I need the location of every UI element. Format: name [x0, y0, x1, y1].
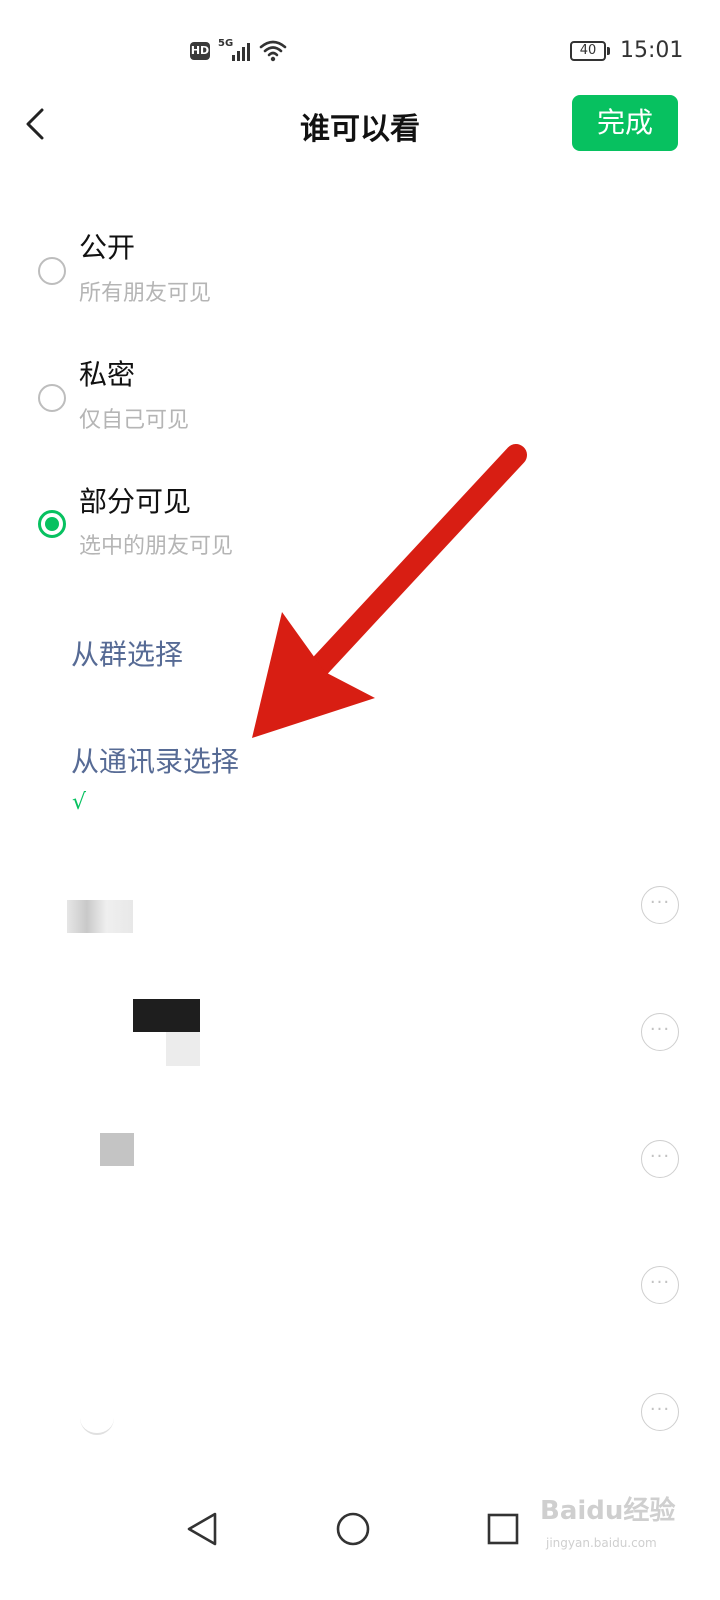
- more-options-button[interactable]: ···: [641, 886, 679, 924]
- battery-nub: [607, 47, 610, 55]
- option-partial-desc: 选中的朋友可见: [79, 534, 234, 559]
- option-partial-label: 部分可见: [79, 485, 192, 518]
- contact-row[interactable]: [0, 1112, 720, 1202]
- blurred-avatar: [100, 1133, 134, 1166]
- more-options-button[interactable]: ···: [641, 1013, 679, 1051]
- blurred-avatar: [80, 1415, 114, 1435]
- more-options-button[interactable]: ···: [641, 1140, 679, 1178]
- contact-row[interactable]: [0, 1238, 720, 1328]
- option-private-label: 私密: [79, 358, 136, 391]
- wifi-icon: [259, 40, 287, 62]
- watermark-sub: jingyan.baidu.com: [546, 1536, 657, 1550]
- blurred-avatar: [133, 999, 200, 1032]
- watermark: Baidu经验: [540, 1496, 676, 1526]
- more-options-button[interactable]: ···: [641, 1393, 679, 1431]
- nav-home-icon[interactable]: [329, 1505, 377, 1553]
- more-options-button[interactable]: ···: [641, 1266, 679, 1304]
- option-public[interactable]: 公开 所有朋友可见: [0, 210, 720, 330]
- radio-public[interactable]: [38, 257, 66, 285]
- select-from-group-link[interactable]: 从群选择: [71, 633, 183, 673]
- radio-private[interactable]: [38, 384, 66, 412]
- check-mark: √: [72, 790, 87, 815]
- option-private-desc: 仅自己可见: [79, 408, 190, 433]
- contact-row[interactable]: [0, 860, 720, 950]
- hd-icon: HD: [190, 42, 210, 60]
- blurred-avatar: [67, 900, 133, 933]
- nav-back-icon[interactable]: [178, 1505, 226, 1553]
- option-partial[interactable]: 部分可见 选中的朋友可见: [0, 464, 720, 584]
- battery-icon: 40: [570, 41, 606, 61]
- nav-recent-icon[interactable]: [479, 1505, 527, 1553]
- contact-row[interactable]: [0, 985, 720, 1075]
- done-button[interactable]: 完成: [572, 95, 678, 151]
- signal-icon: [232, 43, 250, 61]
- contact-row[interactable]: [0, 1365, 720, 1455]
- radio-partial[interactable]: [38, 510, 66, 538]
- blurred-avatar: [166, 1032, 200, 1066]
- status-time: 15:01: [620, 38, 684, 63]
- option-public-label: 公开: [79, 231, 136, 264]
- option-public-desc: 所有朋友可见: [79, 281, 212, 306]
- option-private[interactable]: 私密 仅自己可见: [0, 337, 720, 457]
- select-from-contacts-link[interactable]: 从通讯录选择: [71, 740, 239, 780]
